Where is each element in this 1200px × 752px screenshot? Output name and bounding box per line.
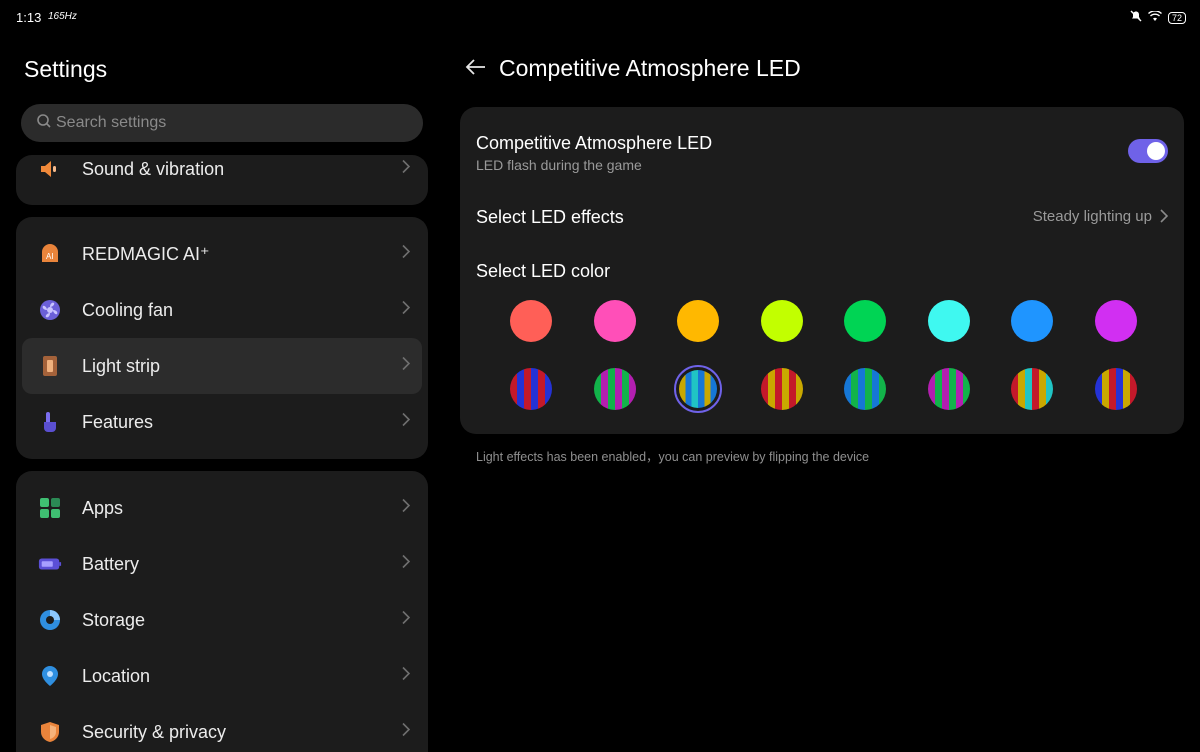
sidebar-item-security[interactable]: Security & privacy: [22, 704, 422, 752]
search-placeholder: Search settings: [56, 114, 167, 131]
preview-hint: Light effects has been enabled，you can p…: [476, 450, 870, 464]
svg-text:AI: AI: [46, 252, 54, 261]
led-color-swatch[interactable]: [927, 300, 970, 342]
settings-group-gaming: AI REDMAGIC AI⁺ Cooling fan Light strip …: [16, 217, 428, 459]
sidebar-item-redmagic-ai[interactable]: AI REDMAGIC AI⁺: [22, 226, 422, 282]
status-icons: 72: [1130, 9, 1186, 27]
led-color-swatch[interactable]: [844, 300, 886, 342]
status-time: 1:13: [16, 10, 42, 25]
sidebar-item-label: Light strip: [82, 355, 161, 376]
led-color-swatch[interactable]: [1011, 300, 1053, 342]
chevron-right-icon: [402, 610, 411, 630]
back-arrow-icon[interactable]: [465, 56, 487, 83]
chevron-right-icon: [402, 666, 411, 686]
sidebar-item-apps[interactable]: Apps: [22, 480, 422, 536]
settings-group-sound: Sound & vibration: [16, 155, 428, 205]
led-color-swatch[interactable]: [593, 300, 636, 342]
led-multicolor-swatch[interactable]: [1011, 368, 1053, 410]
settings-group-system: Apps Battery Storage Location Security &…: [16, 471, 428, 752]
apps-grid-icon: [38, 496, 62, 520]
chevron-right-icon: [402, 498, 411, 518]
speaker-icon: [38, 157, 62, 181]
chevron-right-icon: [402, 244, 411, 264]
led-color-label: Select LED color: [476, 261, 611, 281]
battery-indicator: 72: [1167, 12, 1186, 24]
led-toggle-switch[interactable]: [1128, 139, 1168, 163]
light-strip-icon: [38, 354, 62, 378]
sidebar-item-sound[interactable]: Sound & vibration: [22, 155, 422, 197]
sidebar-item-label: Storage: [82, 609, 146, 630]
sidebar-item-label: REDMAGIC AI⁺: [82, 243, 210, 264]
location-pin-icon: [38, 664, 62, 688]
sidebar-item-battery[interactable]: Battery: [22, 536, 422, 592]
sidebar-item-label: Security & privacy: [82, 721, 227, 742]
search-icon: [36, 113, 52, 134]
led-color-swatch[interactable]: [677, 300, 719, 342]
shield-icon: [38, 720, 62, 744]
chevron-right-icon: [402, 554, 411, 574]
fan-icon: [38, 298, 62, 322]
chevron-right-icon: [1160, 209, 1169, 228]
sidebar-item-label: Sound & vibration: [82, 158, 225, 179]
chevron-right-icon: [402, 300, 411, 320]
storage-pie-icon: [38, 608, 62, 632]
sidebar-item-label: Battery: [82, 553, 140, 574]
led-multicolor-swatch[interactable]: [679, 370, 717, 408]
led-color-swatch[interactable]: [1094, 300, 1137, 342]
sidebar-item-label: Location: [82, 665, 151, 686]
battery-icon: [38, 552, 62, 576]
led-settings-card: Competitive Atmosphere LED LED flash dur…: [460, 107, 1184, 434]
led-toggle-title: Competitive Atmosphere LED: [476, 133, 713, 153]
status-bar: 1:13 165Hz 72: [0, 0, 1200, 34]
hand-pointer-icon: [38, 410, 62, 434]
chevron-right-icon: [402, 356, 411, 376]
chevron-right-icon: [402, 722, 411, 742]
page-title: Competitive Atmosphere LED: [499, 55, 801, 81]
chevron-right-icon: [402, 159, 411, 179]
led-toggle-subtitle: LED flash during the game: [476, 157, 642, 173]
led-effects-label: Select LED effects: [476, 207, 624, 227]
mute-bell-icon: [1130, 9, 1142, 27]
led-multicolor-swatch[interactable]: [760, 368, 803, 410]
led-multicolor-swatch[interactable]: [927, 368, 970, 410]
led-multicolor-swatch[interactable]: [510, 368, 552, 410]
led-color-swatch[interactable]: [760, 300, 803, 342]
led-multicolor-swatch[interactable]: [593, 368, 636, 410]
sidebar-item-features[interactable]: Features: [22, 394, 422, 450]
select-led-effects-row[interactable]: Select LED effects Steady lighting up: [460, 191, 1184, 241]
chevron-right-icon: [402, 412, 411, 432]
toggle-knob: [1147, 142, 1165, 160]
sidebar-item-light-strip[interactable]: Light strip: [22, 338, 422, 394]
sidebar-item-cooling-fan[interactable]: Cooling fan: [22, 282, 422, 338]
ai-icon: AI: [38, 242, 62, 266]
sidebar-item-label: Cooling fan: [82, 299, 174, 320]
led-multicolor-swatch[interactable]: [844, 368, 886, 410]
sidebar-item-label: Features: [82, 411, 154, 432]
settings-title: Settings: [24, 56, 108, 82]
sidebar-item-location[interactable]: Location: [22, 648, 422, 704]
wifi-icon: [1148, 9, 1162, 27]
search-input[interactable]: Search settings: [21, 104, 423, 142]
led-effects-value: Steady lighting up: [1032, 208, 1152, 225]
led-color-swatch[interactable]: [510, 300, 552, 342]
refresh-rate: 165Hz: [48, 11, 77, 22]
sidebar-item-label: Apps: [82, 497, 124, 518]
sidebar-item-storage[interactable]: Storage: [22, 592, 422, 648]
led-multicolor-swatch[interactable]: [1094, 368, 1137, 410]
